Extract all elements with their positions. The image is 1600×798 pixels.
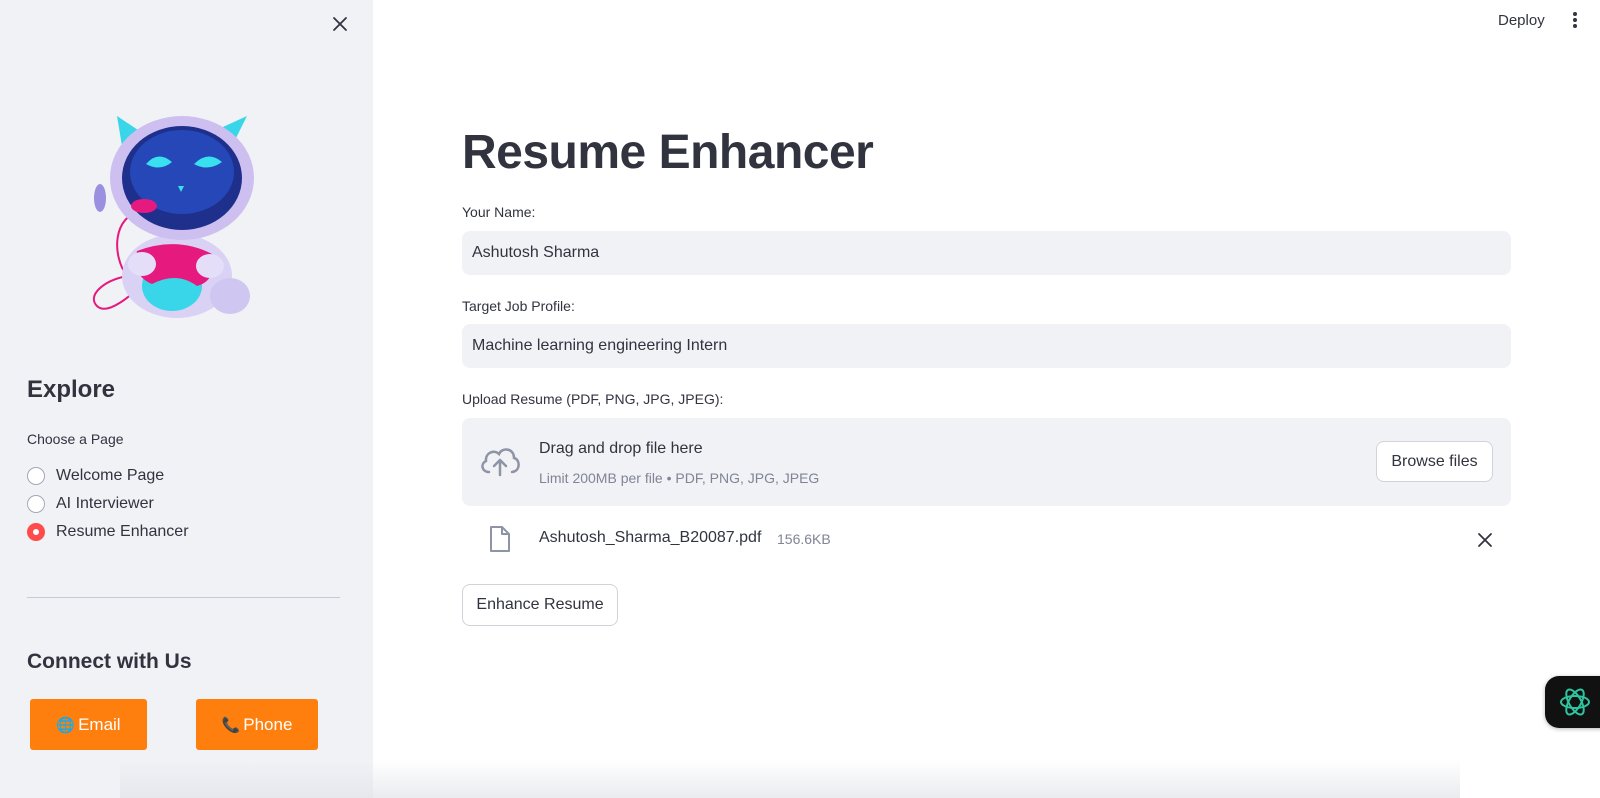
robot-mascot-illustration (92, 116, 254, 318)
bottom-shadow (120, 760, 1460, 798)
radio-option-ai-interviewer[interactable]: AI Interviewer (27, 490, 189, 518)
file-size: 156.6KB (777, 531, 831, 547)
uploaded-file-row: Ashutosh_Sharma_B20087.pdf 156.6KB (462, 522, 1511, 558)
assistant-logo-icon (1560, 688, 1590, 716)
job-profile-input[interactable] (462, 324, 1511, 368)
close-icon (333, 17, 347, 31)
enhance-resume-button[interactable]: Enhance Resume (462, 584, 618, 626)
radio-option-welcome-page[interactable]: Welcome Page (27, 462, 189, 490)
page-title: Resume Enhancer (462, 126, 874, 179)
remove-file-close-icon[interactable] (1475, 530, 1495, 550)
browse-files-button[interactable]: Browse files (1376, 441, 1493, 482)
name-input[interactable] (462, 231, 1511, 275)
phone-icon: 📞 (221, 716, 241, 734)
email-button-label: Email (78, 714, 121, 734)
radio-label: Resume Enhancer (56, 523, 189, 540)
radio-button[interactable] (27, 467, 45, 485)
radio-label: AI Interviewer (56, 495, 154, 512)
file-name: Ashutosh_Sharma_B20087.pdf (539, 529, 762, 546)
assistant-chat-button[interactable] (1545, 676, 1600, 728)
deploy-button[interactable]: Deploy (1498, 12, 1545, 29)
radio-option-resume-enhancer[interactable]: Resume Enhancer (27, 518, 189, 546)
name-label: Your Name: (462, 204, 536, 220)
phone-button[interactable]: 📞 Phone (196, 699, 318, 750)
page-radio-group: Welcome Page AI Interviewer Resume Enhan… (27, 462, 189, 546)
file-dropzone[interactable]: Drag and drop file here Limit 200MB per … (462, 418, 1511, 506)
upload-label: Upload Resume (PDF, PNG, JPG, JPEG): (462, 391, 724, 407)
explore-heading: Explore (27, 376, 116, 403)
radio-button-selected[interactable] (27, 523, 45, 541)
dropzone-limit: Limit 200MB per file • PDF, PNG, JPG, JP… (539, 470, 820, 486)
globe-icon: 🌐 (56, 716, 76, 734)
radio-button[interactable] (27, 495, 45, 513)
connect-heading: Connect with Us (27, 650, 192, 673)
file-icon (490, 526, 510, 552)
phone-button-label: Phone (243, 714, 293, 734)
sidebar-divider (27, 597, 340, 598)
email-button[interactable]: 🌐 Email (30, 699, 147, 750)
job-profile-label: Target Job Profile: (462, 298, 575, 314)
close-sidebar-button[interactable] (328, 12, 352, 36)
cloud-upload-icon (481, 448, 520, 477)
dropzone-title: Drag and drop file here (539, 440, 703, 457)
kebab-menu-icon[interactable] (1568, 12, 1582, 32)
radio-label: Welcome Page (56, 467, 165, 484)
choose-page-label: Choose a Page (27, 431, 124, 447)
sidebar: Explore Choose a Page Welcome Page AI In… (0, 0, 373, 798)
